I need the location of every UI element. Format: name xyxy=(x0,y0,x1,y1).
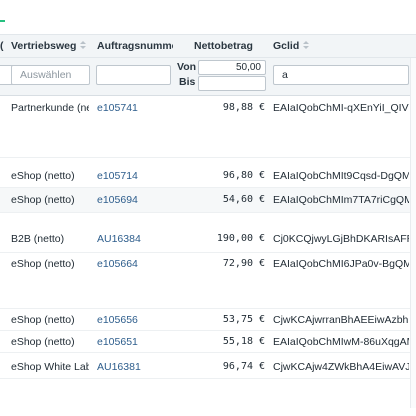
column-header-nettobetrag[interactable]: Nettobetrag xyxy=(194,35,264,59)
cell-auftragsnummer[interactable]: AU16384 xyxy=(97,233,169,245)
cell-auftragsnummer[interactable]: e105741 xyxy=(97,102,169,114)
bis-label: Bis xyxy=(179,76,196,88)
cell-currency: € xyxy=(259,170,266,181)
cell-auftragsnummer[interactable]: e105694 xyxy=(97,194,169,206)
table-row[interactable]: eShop (netto) e105714 96,80 € EAIaIQobCh… xyxy=(0,158,416,188)
cell-vertriebsweg: eShop (netto) xyxy=(11,170,75,182)
nettobetrag-bis-input[interactable] xyxy=(198,76,266,91)
sort-icon[interactable] xyxy=(303,41,310,50)
cell-gclid: CjwKCAjw4ZWkBhA4EiwAVJ xyxy=(273,361,409,373)
table-row[interactable]: B2B (netto) AU16384 190,00 € Cj0KCQjwyLG… xyxy=(0,213,416,253)
cell-gclid: EAIaIQobChMI6JPa0v-BgQMVr xyxy=(273,258,409,270)
cell-gclid: EAIaIQobChMIt9Cqsd-DgQMVS xyxy=(273,170,409,182)
cell-nettobetrag: 96,80 xyxy=(222,170,253,181)
column-header-gclid[interactable]: Gclid xyxy=(273,35,333,59)
nettobetrag-von-input[interactable]: 50,00 xyxy=(198,60,266,75)
vertical-scrollbar[interactable] xyxy=(410,58,416,408)
column-header-partial[interactable]: ( xyxy=(0,35,6,59)
cell-currency: € xyxy=(259,361,266,372)
column-header-vertriebsweg-label: Vertriebsweg xyxy=(11,40,77,52)
cell-gclid: EAIaIQobChMIwM-86uXqgAM xyxy=(273,336,409,348)
column-header-auftragsnummer[interactable]: Auftragsnumme xyxy=(97,35,173,59)
cell-auftragsnummer[interactable]: e105651 xyxy=(97,336,169,348)
accent-bar xyxy=(0,20,5,22)
cell-vertriebsweg: eShop White Lab xyxy=(11,361,89,373)
gclid-filter-input[interactable]: a xyxy=(273,65,409,85)
table-row[interactable]: eShop (netto) e105664 72,90 € EAIaIQobCh… xyxy=(0,253,416,309)
cell-vertriebsweg: B2B (netto) xyxy=(11,233,65,245)
table-row[interactable]: eShop (netto) e105694 54,60 € EAIaIQobCh… xyxy=(0,188,416,213)
cell-vertriebsweg: eShop (netto) xyxy=(11,258,75,270)
vertriebsweg-select[interactable]: Auswählen xyxy=(11,65,90,85)
cell-currency: € xyxy=(259,258,266,269)
von-label: Von xyxy=(177,61,197,73)
cell-gclid: CjwKCAjwrranBhAEEiwAzbh xyxy=(273,314,409,326)
cell-vertriebsweg: eShop (netto) xyxy=(11,314,75,326)
cell-nettobetrag: 72,90 xyxy=(222,258,253,269)
cell-gclid: EAIaIQobChMI-qXEnYiI_QIVR xyxy=(273,102,409,114)
cell-nettobetrag: 54,60 xyxy=(222,194,253,205)
filter-row: Auswählen Von Bis 50,00 a xyxy=(0,58,416,96)
cell-currency: € xyxy=(259,102,266,113)
table-row[interactable]: eShop (netto) e105651 55,18 € EAIaIQobCh… xyxy=(0,331,416,353)
cell-nettobetrag: 98,88 xyxy=(222,102,253,113)
cell-nettobetrag: 53,75 xyxy=(222,314,253,325)
cell-nettobetrag: 55,18 xyxy=(222,336,253,347)
sort-icon[interactable] xyxy=(80,41,87,50)
column-header-gclid-label: Gclid xyxy=(273,40,300,52)
cell-auftragsnummer[interactable]: e105714 xyxy=(97,170,169,182)
cell-vertriebsweg: Partnerkunde (ne xyxy=(11,102,89,114)
table-row[interactable]: eShop (netto) e105656 53,75 € CjwKCAjwrr… xyxy=(0,309,416,331)
auftragsnummer-filter-input[interactable] xyxy=(96,65,171,85)
cell-currency: € xyxy=(259,314,266,325)
header-row: ( Vertriebsweg Auftragsnumme Nettobetrag… xyxy=(0,34,416,58)
column-header-vertriebsweg[interactable]: Vertriebsweg xyxy=(11,35,91,59)
cell-auftragsnummer[interactable]: e105664 xyxy=(97,258,169,270)
cell-gclid: EAIaIQobChMIm7TA7riCgQMVA xyxy=(273,194,409,206)
cell-vertriebsweg: eShop (netto) xyxy=(11,194,75,206)
cell-gclid: Cj0KCQjwyLGjBhDKARIsAFR xyxy=(273,233,409,245)
cell-nettobetrag: 96,74 xyxy=(222,361,253,372)
cell-vertriebsweg: eShop (netto) xyxy=(11,336,75,348)
cell-nettobetrag: 190,00 xyxy=(216,233,253,244)
cell-currency: € xyxy=(259,233,266,244)
cell-currency: € xyxy=(259,194,266,205)
cell-currency: € xyxy=(259,336,266,347)
cell-auftragsnummer[interactable]: AU16381 xyxy=(97,361,169,373)
table-row[interactable]: Partnerkunde (ne e105741 98,88 € EAIaIQo… xyxy=(0,96,416,158)
table-row[interactable]: eShop White Lab AU16381 96,74 € CjwKCAjw… xyxy=(0,353,416,379)
cell-auftragsnummer[interactable]: e105656 xyxy=(97,314,169,326)
